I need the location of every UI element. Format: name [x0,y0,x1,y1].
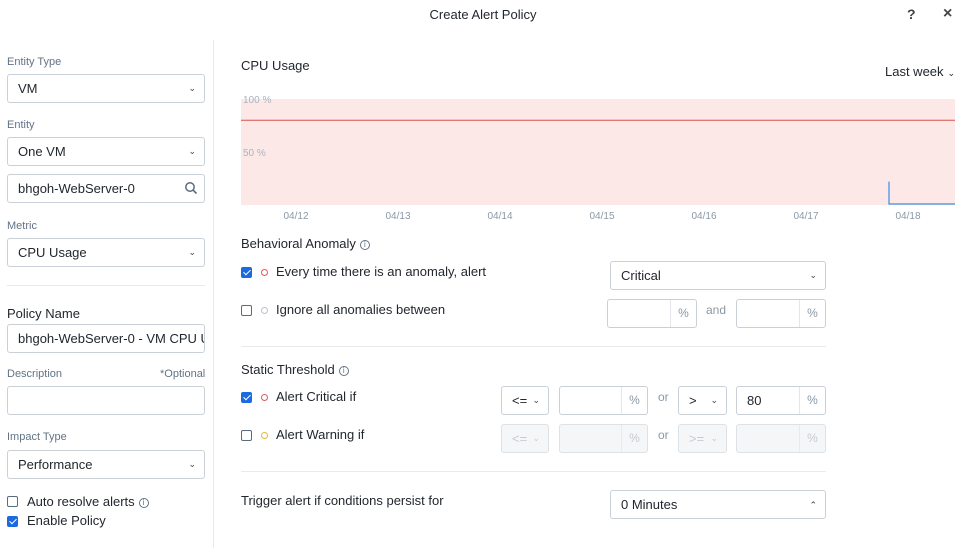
x-tick-label: 04/18 [895,211,920,222]
chevron-down-icon: ⌄ [188,459,196,469]
ignore-max-input[interactable]: % [736,299,826,328]
or-label: or [658,390,669,404]
entity-type-value: VM [18,81,38,96]
entity-search-value: bhgoh-WebServer-0 [18,181,135,196]
alert-critical-label: Alert Critical if [276,389,357,404]
chevron-down-icon: ⌄ [532,433,540,443]
x-tick-label: 04/13 [385,211,410,222]
entity-search-input[interactable]: bhgoh-WebServer-0 [7,174,205,203]
alert-warning-label: Alert Warning if [276,427,365,442]
info-icon[interactable]: i [138,497,149,508]
percent-unit: % [621,425,647,452]
auto-resolve-label: Auto resolve alerts i [27,494,149,509]
warning-operator2-select[interactable]: >= ⌄ [678,424,727,453]
divider [241,471,826,472]
entity-select[interactable]: One VM ⌄ [7,137,205,166]
percent-unit: % [621,387,647,414]
chevron-down-icon: ⌄ [532,395,540,405]
divider [7,285,205,286]
x-tick-label: 04/15 [589,211,614,222]
behavioral-anomaly-title: Behavioral Anomaly i [241,236,370,251]
chevron-down-icon: ⌄ [809,270,817,280]
trigger-label: Trigger alert if conditions persist for [241,493,444,508]
description-label: Description [7,368,63,380]
percent-unit: % [799,387,825,414]
x-tick-label: 04/16 [691,211,716,222]
info-icon[interactable]: i [359,239,370,250]
chevron-down-icon: ⌄ [947,68,956,78]
chevron-down-icon: ⌄ [188,146,196,156]
cpu-usage-chart: 100 % 50 % 04/12 04/13 04/14 04/15 04/16 04/17 0… [241,95,955,222]
dialog-header: Create Alert Policy ? × [0,0,966,32]
impact-type-select[interactable]: Performance ⌄ [7,450,205,479]
metric-select[interactable]: CPU Usage ⌄ [7,238,205,267]
description-input[interactable] [7,386,205,415]
help-button[interactable]: ? [907,6,916,22]
alert-critical-checkbox[interactable] [241,392,252,403]
enable-policy-label: Enable Policy [27,513,106,528]
or-label: or [658,428,669,442]
policy-name-input[interactable]: bhgoh-WebServer-0 - VM CPU U [7,324,205,353]
alert-warning-checkbox[interactable] [241,430,252,441]
chart-plot-area [241,99,955,205]
impact-type-label: Impact Type [7,431,67,443]
chevron-down-icon: ⌄ [188,247,196,257]
close-button[interactable]: × [943,5,952,23]
percent-unit: % [670,300,696,327]
and-label: and [706,303,727,317]
x-tick-label: 04/14 [487,211,512,222]
ignore-anomalies-checkbox[interactable] [241,305,252,316]
critical-status-dot [261,269,268,276]
chevron-down-icon: ⌄ [710,433,718,443]
percent-unit: % [799,425,825,452]
chevron-down-icon: ⌄ [710,395,718,405]
enable-policy-checkbox[interactable] [7,516,18,527]
critical-operator1-select[interactable]: <= ⌄ [501,386,549,415]
chart-title: CPU Usage [241,58,310,73]
entity-type-label: Entity Type [7,56,62,68]
info-icon[interactable]: i [338,365,349,376]
critical-value2-input[interactable]: 80% [736,386,826,415]
entity-type-select[interactable]: VM ⌄ [7,74,205,103]
disabled-status-dot [261,307,268,314]
entity-label: Entity [7,119,35,131]
percent-unit: % [799,300,825,327]
anomaly-severity-select[interactable]: Critical ⌄ [610,261,826,290]
metric-label: Metric [7,220,37,232]
critical-value1-input[interactable]: % [559,386,648,415]
warning-operator1-select[interactable]: <= ⌄ [501,424,549,453]
auto-resolve-checkbox[interactable] [7,496,18,507]
critical-operator2-select[interactable]: > ⌄ [678,386,727,415]
warning-value2-input[interactable]: % [736,424,826,453]
impact-type-value: Performance [18,457,93,472]
ignore-anomalies-label: Ignore all anomalies between [276,302,446,317]
chevron-down-icon: ⌄ [188,83,196,93]
critical-status-dot [261,394,268,401]
time-range-value: Last week [885,64,944,79]
optional-label: *Optional [160,368,206,380]
trigger-duration-select[interactable]: 0 Minutes ⌃ [610,490,826,519]
anomaly-severity-value: Critical [621,268,661,283]
chevron-up-icon: ⌃ [809,500,817,510]
time-range-select[interactable]: Last week ⌄ [885,64,955,79]
policy-name-value: bhgoh-WebServer-0 - VM CPU U [18,331,205,346]
metric-value: CPU Usage [18,245,87,260]
warning-value1-input[interactable]: % [559,424,648,453]
static-threshold-title: Static Threshold i [241,362,349,377]
divider [241,346,826,347]
policy-name-label: Policy Name [7,306,80,321]
y-tick-label: 100 % [243,95,271,106]
anomaly-alert-checkbox[interactable] [241,267,252,278]
dialog-title: Create Alert Policy [429,7,537,22]
ignore-min-input[interactable]: % [607,299,697,328]
trigger-duration-value: 0 Minutes [621,497,678,512]
y-tick-label: 50 % [243,148,266,159]
anomaly-alert-label: Every time there is an anomaly, alert [276,264,487,279]
x-tick-label: 04/12 [283,211,308,222]
search-icon[interactable] [184,181,198,195]
warning-status-dot [261,432,268,439]
x-tick-label: 04/17 [793,211,818,222]
entity-value: One VM [18,144,66,159]
